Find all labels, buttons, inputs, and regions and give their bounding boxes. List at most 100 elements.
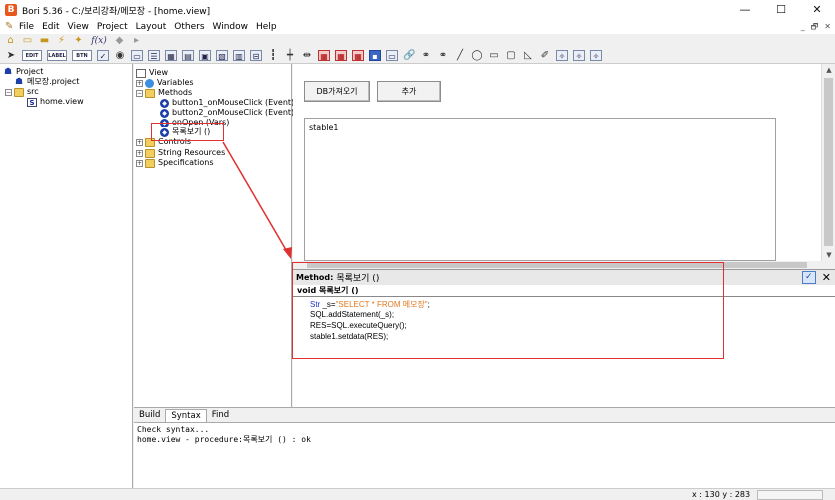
folder-icon <box>145 148 155 158</box>
ellipse-icon[interactable]: ◯ <box>471 50 483 61</box>
panel-icon[interactable]: ▭ <box>131 50 143 61</box>
tree-variables[interactable]: + Variables <box>136 78 194 88</box>
db-result-icon[interactable]: ▦ <box>352 50 364 61</box>
button-tool-button[interactable]: BTN <box>72 50 92 61</box>
mdi-restore-button[interactable]: 🗗 <box>811 20 819 34</box>
tree-method-item[interactable]: ◆ button2_onMouseClick (Event) <box>160 108 294 118</box>
vsplit-icon[interactable]: ┇ <box>267 50 279 61</box>
string-resources-label: String Resources <box>158 148 226 157</box>
expand-icon[interactable]: + <box>136 79 143 87</box>
tree-view-file[interactable]: S home.view <box>27 97 84 107</box>
cursor-coordinates: x : 130 y : 283 <box>692 490 751 499</box>
tab-find[interactable]: Find <box>207 409 234 422</box>
scroll-down-icon[interactable]: ▼ <box>822 249 835 261</box>
edit-tool-button[interactable]: EDIT <box>22 50 42 61</box>
menu-edit[interactable]: Edit <box>38 21 63 33</box>
method-highlight-box <box>151 123 224 141</box>
menu-layout[interactable]: Layout <box>132 21 171 33</box>
output-line: Check syntax... <box>137 425 210 434</box>
component-toolbar: ➤ EDIT LABEL BTN ✓ ◉ ▭ ☰ ▦ ▤ ▣ ▧ ▥ ⊟ ┇ ┿… <box>0 48 835 64</box>
tree-project-file[interactable]: ☗ 메모장.project <box>14 77 79 87</box>
menu-window[interactable]: Window <box>209 21 253 33</box>
collapse-icon[interactable]: − <box>5 88 12 96</box>
expand-icon[interactable]: + <box>136 159 143 167</box>
rectangle-icon[interactable]: ▭ <box>488 50 500 61</box>
collapse-icon[interactable]: − <box>136 89 143 97</box>
tool-a-icon[interactable]: ✧ <box>556 50 568 61</box>
tree-project-root[interactable]: ☗ Project <box>3 67 43 77</box>
tree-icon[interactable]: ▥ <box>233 50 245 61</box>
db-table-icon[interactable]: ▦ <box>318 50 330 61</box>
project-file-label: 메모장.project <box>27 77 80 86</box>
open-folder-icon[interactable]: ▭ <box>21 35 34 47</box>
expand-icon[interactable]: + <box>136 138 143 146</box>
folder-icon <box>145 158 155 168</box>
title-bar: B Bori 5.36 - C:/보리강좌/메모장 - [home.view] … <box>0 0 835 20</box>
tree-view[interactable]: View <box>136 68 168 78</box>
stable1-table[interactable]: stable1 <box>304 118 776 261</box>
menu-view[interactable]: View <box>64 21 93 33</box>
mdi-minimize-button[interactable]: _ <box>801 20 805 34</box>
tab-icon[interactable]: ⊟ <box>250 50 262 61</box>
hsplit-icon[interactable]: ⇹ <box>301 50 313 61</box>
close-button[interactable]: ✕ <box>799 0 835 20</box>
wand-icon: ✎ <box>5 21 14 32</box>
list-icon[interactable]: ☰ <box>148 50 160 61</box>
close-icon[interactable]: ✕ <box>822 271 831 284</box>
line-icon[interactable]: ╱ <box>454 50 466 61</box>
syntax-check-icon[interactable]: ✓ <box>801 271 816 284</box>
memo-icon[interactable]: ▭ <box>386 50 398 61</box>
rounded-rect-icon[interactable]: ▢ <box>505 50 517 61</box>
grid-icon[interactable]: ▦ <box>165 50 177 61</box>
method-icon: ◆ <box>160 98 169 108</box>
pointer-icon[interactable]: ➤ <box>5 50 17 61</box>
chain2-icon[interactable]: ⚭ <box>437 50 449 61</box>
run-icon[interactable]: ✦ <box>72 35 85 47</box>
chain-icon[interactable]: ⚭ <box>420 50 432 61</box>
tab-build[interactable]: Build <box>134 409 165 422</box>
pen-icon[interactable]: ✐ <box>539 50 551 61</box>
image-icon[interactable]: ▧ <box>216 50 228 61</box>
db-fetch-button[interactable]: DB가져오기 <box>304 81 370 102</box>
tree-specifications[interactable]: + Specifications <box>136 158 214 168</box>
menu-project[interactable]: Project <box>93 21 132 33</box>
menu-file[interactable]: File <box>15 21 38 33</box>
project-icon: ☗ <box>3 66 13 77</box>
tool-b-icon[interactable]: ✧ <box>573 50 585 61</box>
chart-icon[interactable]: ◺ <box>522 50 534 61</box>
tree-method-item[interactable]: ◆ button1_onMouseClick (Event) <box>160 98 294 108</box>
home-icon[interactable]: ⌂ <box>4 35 17 47</box>
tool-c-icon[interactable]: ✧ <box>590 50 602 61</box>
project-file-icon: ☗ <box>14 76 24 87</box>
menu-others[interactable]: Others <box>170 21 208 33</box>
folder-icon[interactable]: ▬ <box>38 35 51 47</box>
scroll-thumb[interactable] <box>824 78 833 246</box>
tree-string-resources[interactable]: + String Resources <box>136 148 225 158</box>
tree-methods[interactable]: − Methods <box>136 88 192 98</box>
xml-icon[interactable]: ▪ <box>369 50 381 61</box>
project-explorer: ☗ Project ☗ 메모장.project − src S home.vie… <box>0 64 133 488</box>
table-icon[interactable]: ▤ <box>182 50 194 61</box>
add-button[interactable]: 추가 <box>377 81 441 102</box>
tab-syntax[interactable]: Syntax <box>165 409 207 422</box>
lightning-icon[interactable]: ⚡ <box>55 35 68 47</box>
db-query-icon[interactable]: ▦ <box>335 50 347 61</box>
status-field <box>757 490 823 500</box>
design-vertical-scrollbar[interactable]: ▲ ▼ <box>821 64 835 261</box>
maximize-button[interactable]: ☐ <box>763 0 799 20</box>
scroll-up-icon[interactable]: ▲ <box>822 64 835 76</box>
combo-icon[interactable]: ▣ <box>199 50 211 61</box>
slider-icon[interactable]: ┿ <box>284 50 296 61</box>
minimize-button[interactable]: — <box>727 0 763 20</box>
radio-icon[interactable]: ◉ <box>114 50 126 61</box>
label-tool-button[interactable]: LABEL <box>47 50 67 61</box>
mdi-close-button[interactable]: ✕ <box>824 20 831 34</box>
link-icon[interactable]: 🔗 <box>403 50 415 61</box>
app-logo-icon: B <box>5 4 17 16</box>
function-icon[interactable]: f(x) <box>89 35 109 47</box>
expand-icon[interactable]: + <box>136 149 143 157</box>
tree-src-folder[interactable]: − src <box>5 87 39 97</box>
status-bar: x : 130 y : 283 <box>0 488 835 500</box>
checkbox-icon[interactable]: ✓ <box>97 50 109 61</box>
menu-help[interactable]: Help <box>252 21 281 33</box>
